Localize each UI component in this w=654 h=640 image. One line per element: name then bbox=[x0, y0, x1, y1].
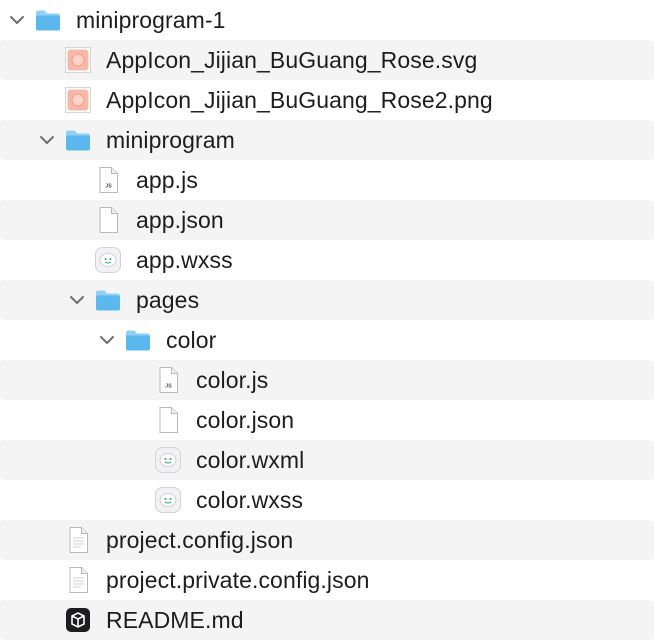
svg-text:JS: JS bbox=[165, 384, 172, 390]
folder-name: pages bbox=[136, 287, 200, 313]
wechat-file-icon bbox=[94, 246, 122, 274]
chevron-down-icon[interactable] bbox=[8, 11, 26, 29]
wechat-file-icon bbox=[154, 486, 182, 514]
file-row[interactable]: color.wxml bbox=[0, 440, 654, 480]
file-name: project.config.json bbox=[106, 527, 294, 553]
folder-row[interactable]: pages bbox=[0, 280, 654, 320]
file-name: color.json bbox=[196, 407, 295, 433]
file-row[interactable]: color.wxss bbox=[0, 480, 654, 520]
js-file-icon: JS bbox=[94, 166, 122, 194]
file-name: color.js bbox=[196, 367, 269, 393]
file-tree: miniprogram-1 AppIcon_Jijian_BuGuang_Rose… bbox=[0, 0, 654, 640]
folder-name: miniprogram bbox=[106, 127, 235, 153]
file-name: app.json bbox=[136, 207, 224, 233]
file-row[interactable]: AppIcon_Jijian_BuGuang_Rose2.png bbox=[0, 80, 654, 120]
chevron-down-icon[interactable] bbox=[38, 131, 56, 149]
file-name: project.private.config.json bbox=[106, 567, 370, 593]
file-name: color.wxss bbox=[196, 487, 304, 513]
chevron-down-icon[interactable] bbox=[98, 331, 116, 349]
file-name: README.md bbox=[106, 607, 244, 633]
image-thumbnail-icon bbox=[64, 86, 92, 114]
folder-icon bbox=[94, 286, 122, 314]
markdown-app-icon bbox=[64, 606, 92, 634]
folder-icon bbox=[64, 126, 92, 154]
folder-name: color bbox=[166, 327, 217, 353]
text-file-icon bbox=[64, 526, 92, 554]
file-name: AppIcon_Jijian_BuGuang_Rose2.png bbox=[106, 87, 493, 113]
file-name: color.wxml bbox=[196, 447, 305, 473]
folder-row[interactable]: color bbox=[0, 320, 654, 360]
folder-row[interactable]: miniprogram bbox=[0, 120, 654, 160]
js-file-icon: JS bbox=[154, 366, 182, 394]
file-row[interactable]: README.md bbox=[0, 600, 654, 640]
folder-icon bbox=[34, 6, 62, 34]
folder-icon bbox=[124, 326, 152, 354]
file-row[interactable]: AppIcon_Jijian_BuGuang_Rose.svg bbox=[0, 40, 654, 80]
document-icon bbox=[94, 206, 122, 234]
file-row[interactable]: JS app.js bbox=[0, 160, 654, 200]
folder-name: miniprogram-1 bbox=[76, 7, 226, 33]
file-name: AppIcon_Jijian_BuGuang_Rose.svg bbox=[106, 47, 478, 73]
document-icon bbox=[154, 406, 182, 434]
svg-text:JS: JS bbox=[105, 184, 112, 190]
file-row[interactable]: color.json bbox=[0, 400, 654, 440]
chevron-down-icon[interactable] bbox=[68, 291, 86, 309]
file-row[interactable]: project.private.config.json bbox=[0, 560, 654, 600]
file-row[interactable]: JS color.js bbox=[0, 360, 654, 400]
file-row[interactable]: project.config.json bbox=[0, 520, 654, 560]
file-name: app.wxss bbox=[136, 247, 233, 273]
text-file-icon bbox=[64, 566, 92, 594]
wechat-file-icon bbox=[154, 446, 182, 474]
image-thumbnail-icon bbox=[64, 46, 92, 74]
file-row[interactable]: app.wxss bbox=[0, 240, 654, 280]
file-name: app.js bbox=[136, 167, 198, 193]
folder-row[interactable]: miniprogram-1 bbox=[0, 0, 654, 40]
file-row[interactable]: app.json bbox=[0, 200, 654, 240]
